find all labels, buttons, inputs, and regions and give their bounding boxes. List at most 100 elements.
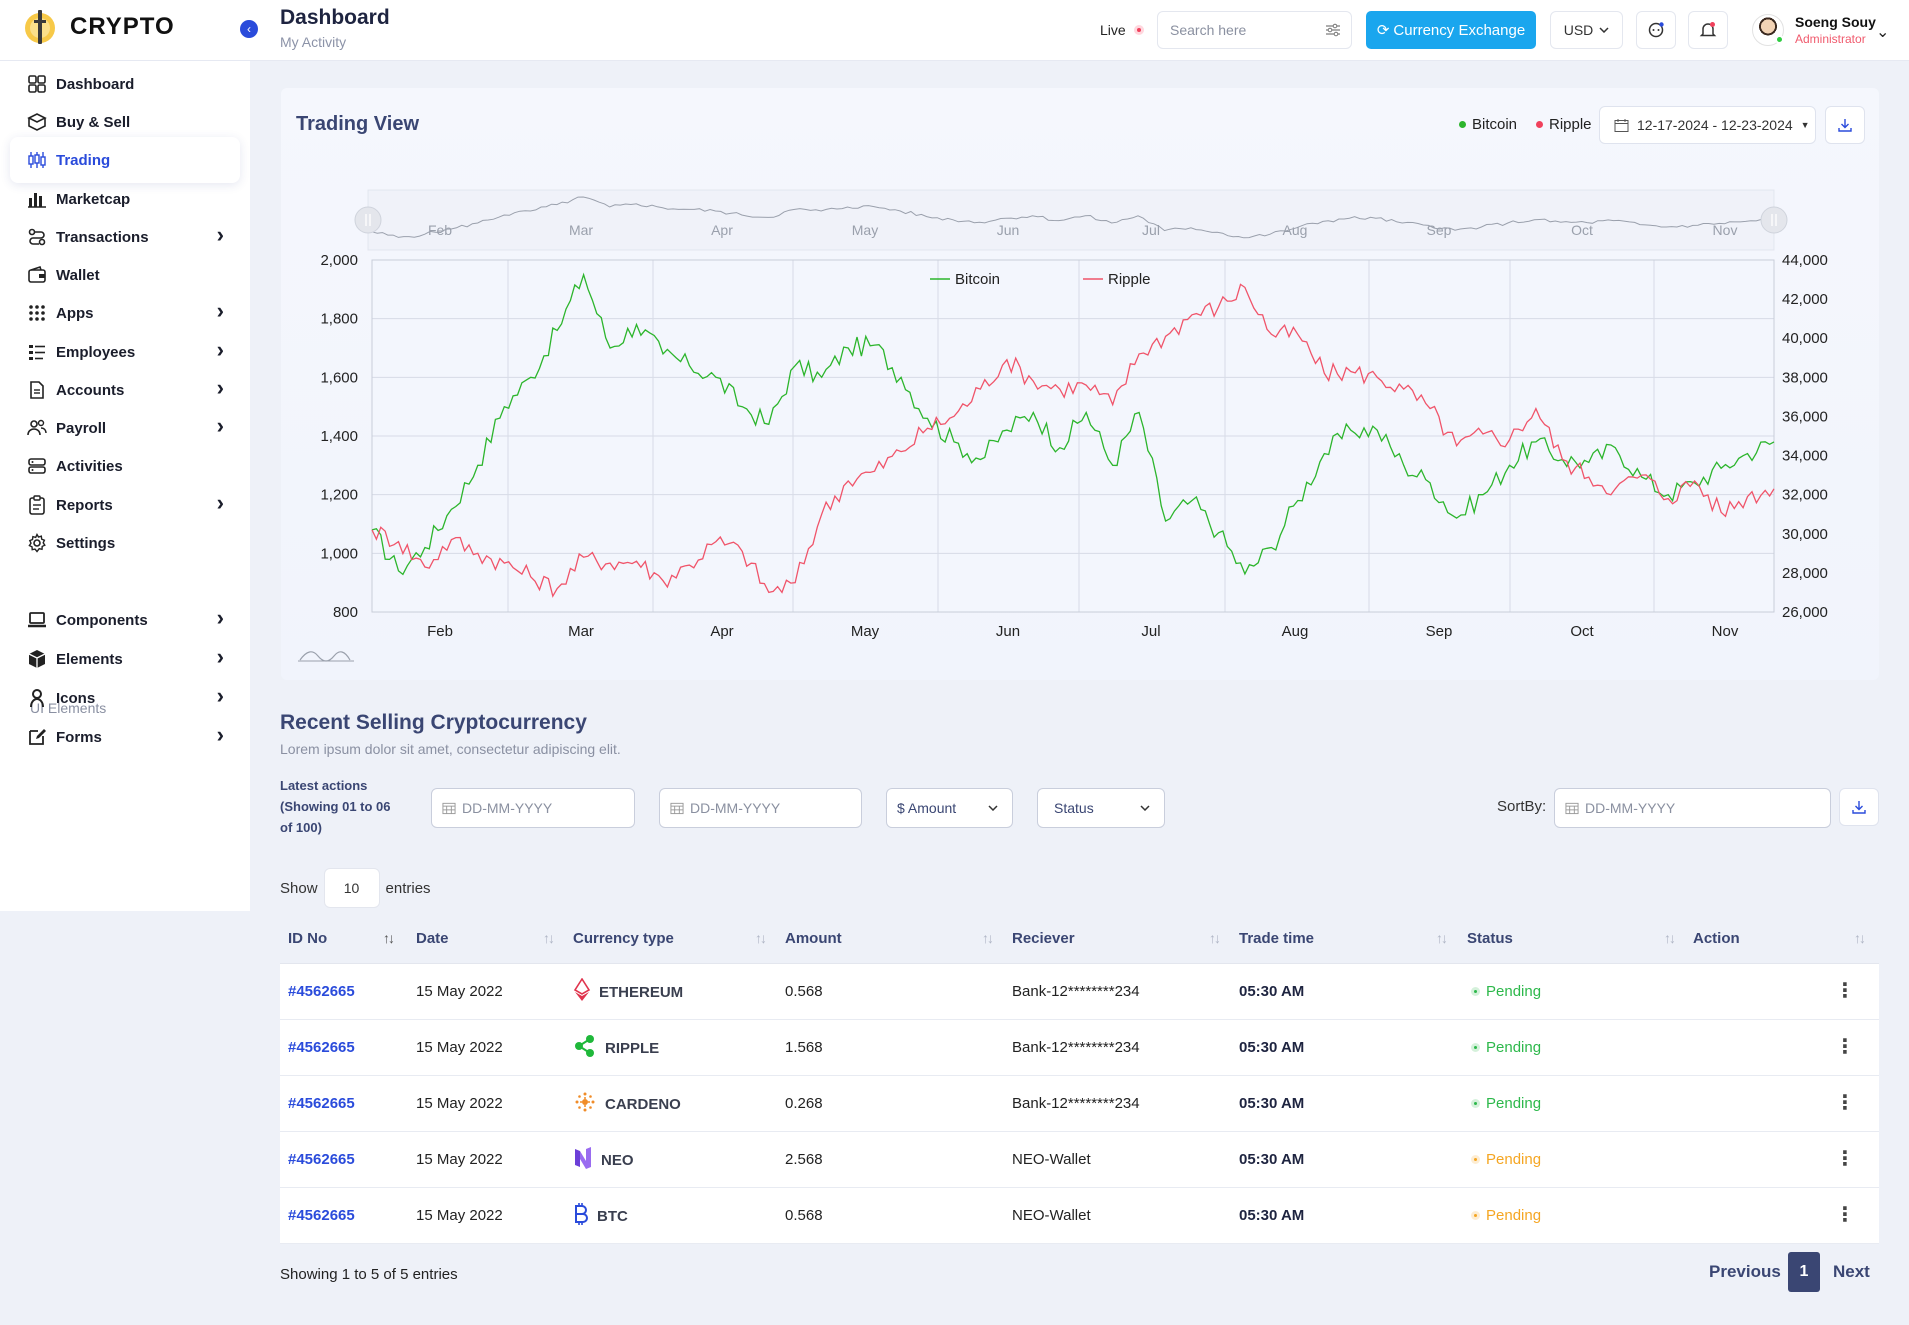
y-right-tick-label: 26,000 xyxy=(1782,604,1828,621)
previous-page-button[interactable]: Previous xyxy=(1709,1252,1781,1292)
column-header-amount[interactable]: Amount xyxy=(785,930,842,947)
column-header-action[interactable]: Action xyxy=(1693,930,1740,947)
latest-actions-line: Latest actions xyxy=(280,778,368,793)
row-currency-label: ETHEREUM xyxy=(599,983,684,1001)
y-right-tick-label: 44,000 xyxy=(1782,252,1828,269)
navigator-label: Jun xyxy=(997,222,1020,238)
x-tick-label: Aug xyxy=(1282,623,1309,640)
page-1-button[interactable]: 1 xyxy=(1788,1252,1820,1292)
date-from-placeholder: DD-MM-YYYY xyxy=(462,800,553,816)
row-currency: RIPPLE xyxy=(573,1034,659,1062)
sort-icon[interactable]: ↑↓ xyxy=(543,930,555,946)
recent-selling-subtitle: Lorem ipsum dolor sit amet, consectetur … xyxy=(280,741,621,757)
x-tick-label: Oct xyxy=(1570,623,1594,640)
sortby-date-placeholder: DD-MM-YYYY xyxy=(1585,800,1676,816)
sort-icon[interactable]: ↑↓ xyxy=(1664,930,1676,946)
more-actions-icon[interactable]: ⋮ xyxy=(1835,1146,1855,1171)
x-tick-label: Sep xyxy=(1426,623,1453,640)
more-actions-icon[interactable]: ⋮ xyxy=(1835,1034,1855,1059)
column-header-id-no[interactable]: ID No xyxy=(288,930,327,947)
row-id[interactable]: #4562665 xyxy=(288,983,355,1000)
more-actions-icon[interactable]: ⋮ xyxy=(1835,1090,1855,1115)
navigator-label: Aug xyxy=(1283,222,1308,238)
table-row[interactable]: #4562665 15 May 2022 NEO 2.568 NEO-Wallet 05:… xyxy=(280,1132,1879,1188)
sidebar-item-label: Forms xyxy=(56,728,102,746)
y-left-tick-label: 800 xyxy=(333,604,358,621)
column-header-status[interactable]: Status xyxy=(1467,930,1513,947)
calendar-icon xyxy=(670,802,684,815)
sort-icon[interactable]: ↑↓ xyxy=(982,930,994,946)
edit-icon xyxy=(26,726,48,748)
sortby-date-field[interactable]: DD-MM-YYYY xyxy=(1554,788,1831,828)
row-currency-label: RIPPLE xyxy=(605,1039,660,1057)
cardano-icon xyxy=(573,1090,597,1118)
table-body: #4562665 15 May 2022 ETHEREUM 0.568 Bank-12*… xyxy=(280,964,1879,1244)
navigator-handle[interactable] xyxy=(1760,206,1788,234)
navigator-label: Mar xyxy=(569,222,593,238)
next-page-button[interactable]: Next xyxy=(1833,1252,1870,1292)
row-id[interactable]: #4562665 xyxy=(288,1207,355,1224)
row-id[interactable]: #4562665 xyxy=(288,1039,355,1056)
table-download-button[interactable] xyxy=(1839,788,1879,826)
row-id[interactable]: #4562665 xyxy=(288,1151,355,1168)
row-currency-label: CARDENO xyxy=(605,1095,681,1113)
sort-icon[interactable]: ↑↓ xyxy=(755,930,767,946)
status-badge: Pending xyxy=(1471,1039,1541,1056)
y-right-tick-label: 32,000 xyxy=(1782,487,1828,504)
more-actions-icon[interactable]: ⋮ xyxy=(1835,978,1855,1003)
sort-icon[interactable]: ↑↓ xyxy=(383,930,395,946)
date-from-field[interactable]: DD-MM-YYYY xyxy=(431,788,635,828)
latest-actions-total: of 100) xyxy=(280,820,322,835)
entries-per-page-input[interactable]: 10 xyxy=(323,868,380,908)
status-badge: Pending xyxy=(1471,1095,1541,1112)
table-header: ID No ↑↓ Date ↑↓ Currency type ↑↓ Amount ↑↓ Reci… xyxy=(280,916,1879,964)
column-header-reciever[interactable]: Reciever xyxy=(1012,930,1075,947)
column-header-currency-type[interactable]: Currency type xyxy=(573,930,674,947)
y-left-tick-label: 1,400 xyxy=(320,428,358,445)
row-receiver: Bank-12********234 xyxy=(1012,1095,1140,1112)
row-currency-label: NEO xyxy=(601,1151,634,1169)
row-trade-time: 05:30 AM xyxy=(1239,1151,1305,1168)
table-row[interactable]: #4562665 15 May 2022 BTC 0.568 NEO-Wallet 05:… xyxy=(280,1188,1879,1244)
more-actions-icon[interactable]: ⋮ xyxy=(1835,1202,1855,1227)
row-id[interactable]: #4562665 xyxy=(288,1095,355,1112)
table-row[interactable]: #4562665 15 May 2022 CARDENO 0.268 Bank-12**… xyxy=(280,1076,1879,1132)
row-currency: BTC xyxy=(573,1202,628,1230)
status-label: Pending xyxy=(1486,1207,1542,1224)
sort-icon[interactable]: ↑↓ xyxy=(1209,930,1221,946)
table-row[interactable]: #4562665 15 May 2022 ETHEREUM 0.568 Bank-12*… xyxy=(280,964,1879,1020)
navigator-selection xyxy=(368,190,1774,250)
row-receiver: NEO-Wallet xyxy=(1012,1151,1091,1168)
entries-label: entries xyxy=(385,879,431,897)
legend-label-bitcoin: Bitcoin xyxy=(955,271,1000,288)
y-right-tick-label: 42,000 xyxy=(1782,291,1828,308)
recent-selling-table: ID No ↑↓ Date ↑↓ Currency type ↑↓ Amount ↑↓ Reci… xyxy=(280,916,1879,1244)
y-right-tick-label: 28,000 xyxy=(1782,565,1828,582)
sort-icon[interactable]: ↑↓ xyxy=(1436,930,1448,946)
status-dot-icon xyxy=(1471,1099,1480,1108)
amount-select[interactable]: $ Amount xyxy=(886,788,1013,828)
row-receiver: NEO-Wallet xyxy=(1012,1207,1091,1224)
ripple-icon xyxy=(573,1034,597,1062)
legend-label-ripple: Ripple xyxy=(1108,271,1151,288)
row-receiver: Bank-12********234 xyxy=(1012,983,1140,1000)
date-to-field[interactable]: DD-MM-YYYY xyxy=(659,788,862,828)
calendar-icon xyxy=(442,802,456,815)
status-select[interactable]: Status xyxy=(1037,788,1165,828)
y-right-tick-label: 38,000 xyxy=(1782,369,1828,386)
calendar-icon xyxy=(1565,802,1579,815)
amount-select-label: $ Amount xyxy=(897,800,957,816)
column-header-date[interactable]: Date xyxy=(416,930,449,947)
trading-line-chart[interactable]: 2,000 1,800 1,600 1,400 1,200 1,000 800 44,000 4… xyxy=(0,0,1909,680)
sort-icon[interactable]: ↑↓ xyxy=(1854,930,1866,946)
status-dot-icon xyxy=(1471,1211,1480,1220)
latest-actions-count: (Showing 01 to 06 xyxy=(280,799,391,814)
sidebar-item-forms[interactable]: Forms › xyxy=(10,714,240,760)
table-row[interactable]: #4562665 15 May 2022 RIPPLE 1.568 Bank-12***… xyxy=(280,1020,1879,1076)
row-amount: 0.568 xyxy=(785,983,823,1000)
navigator-label: Apr xyxy=(711,222,733,238)
column-header-trade-time[interactable]: Trade time xyxy=(1239,930,1314,947)
navigator-label: Nov xyxy=(1713,222,1738,238)
navigator-handle[interactable] xyxy=(354,206,382,234)
y-left-tick-label: 2,000 xyxy=(320,252,358,269)
